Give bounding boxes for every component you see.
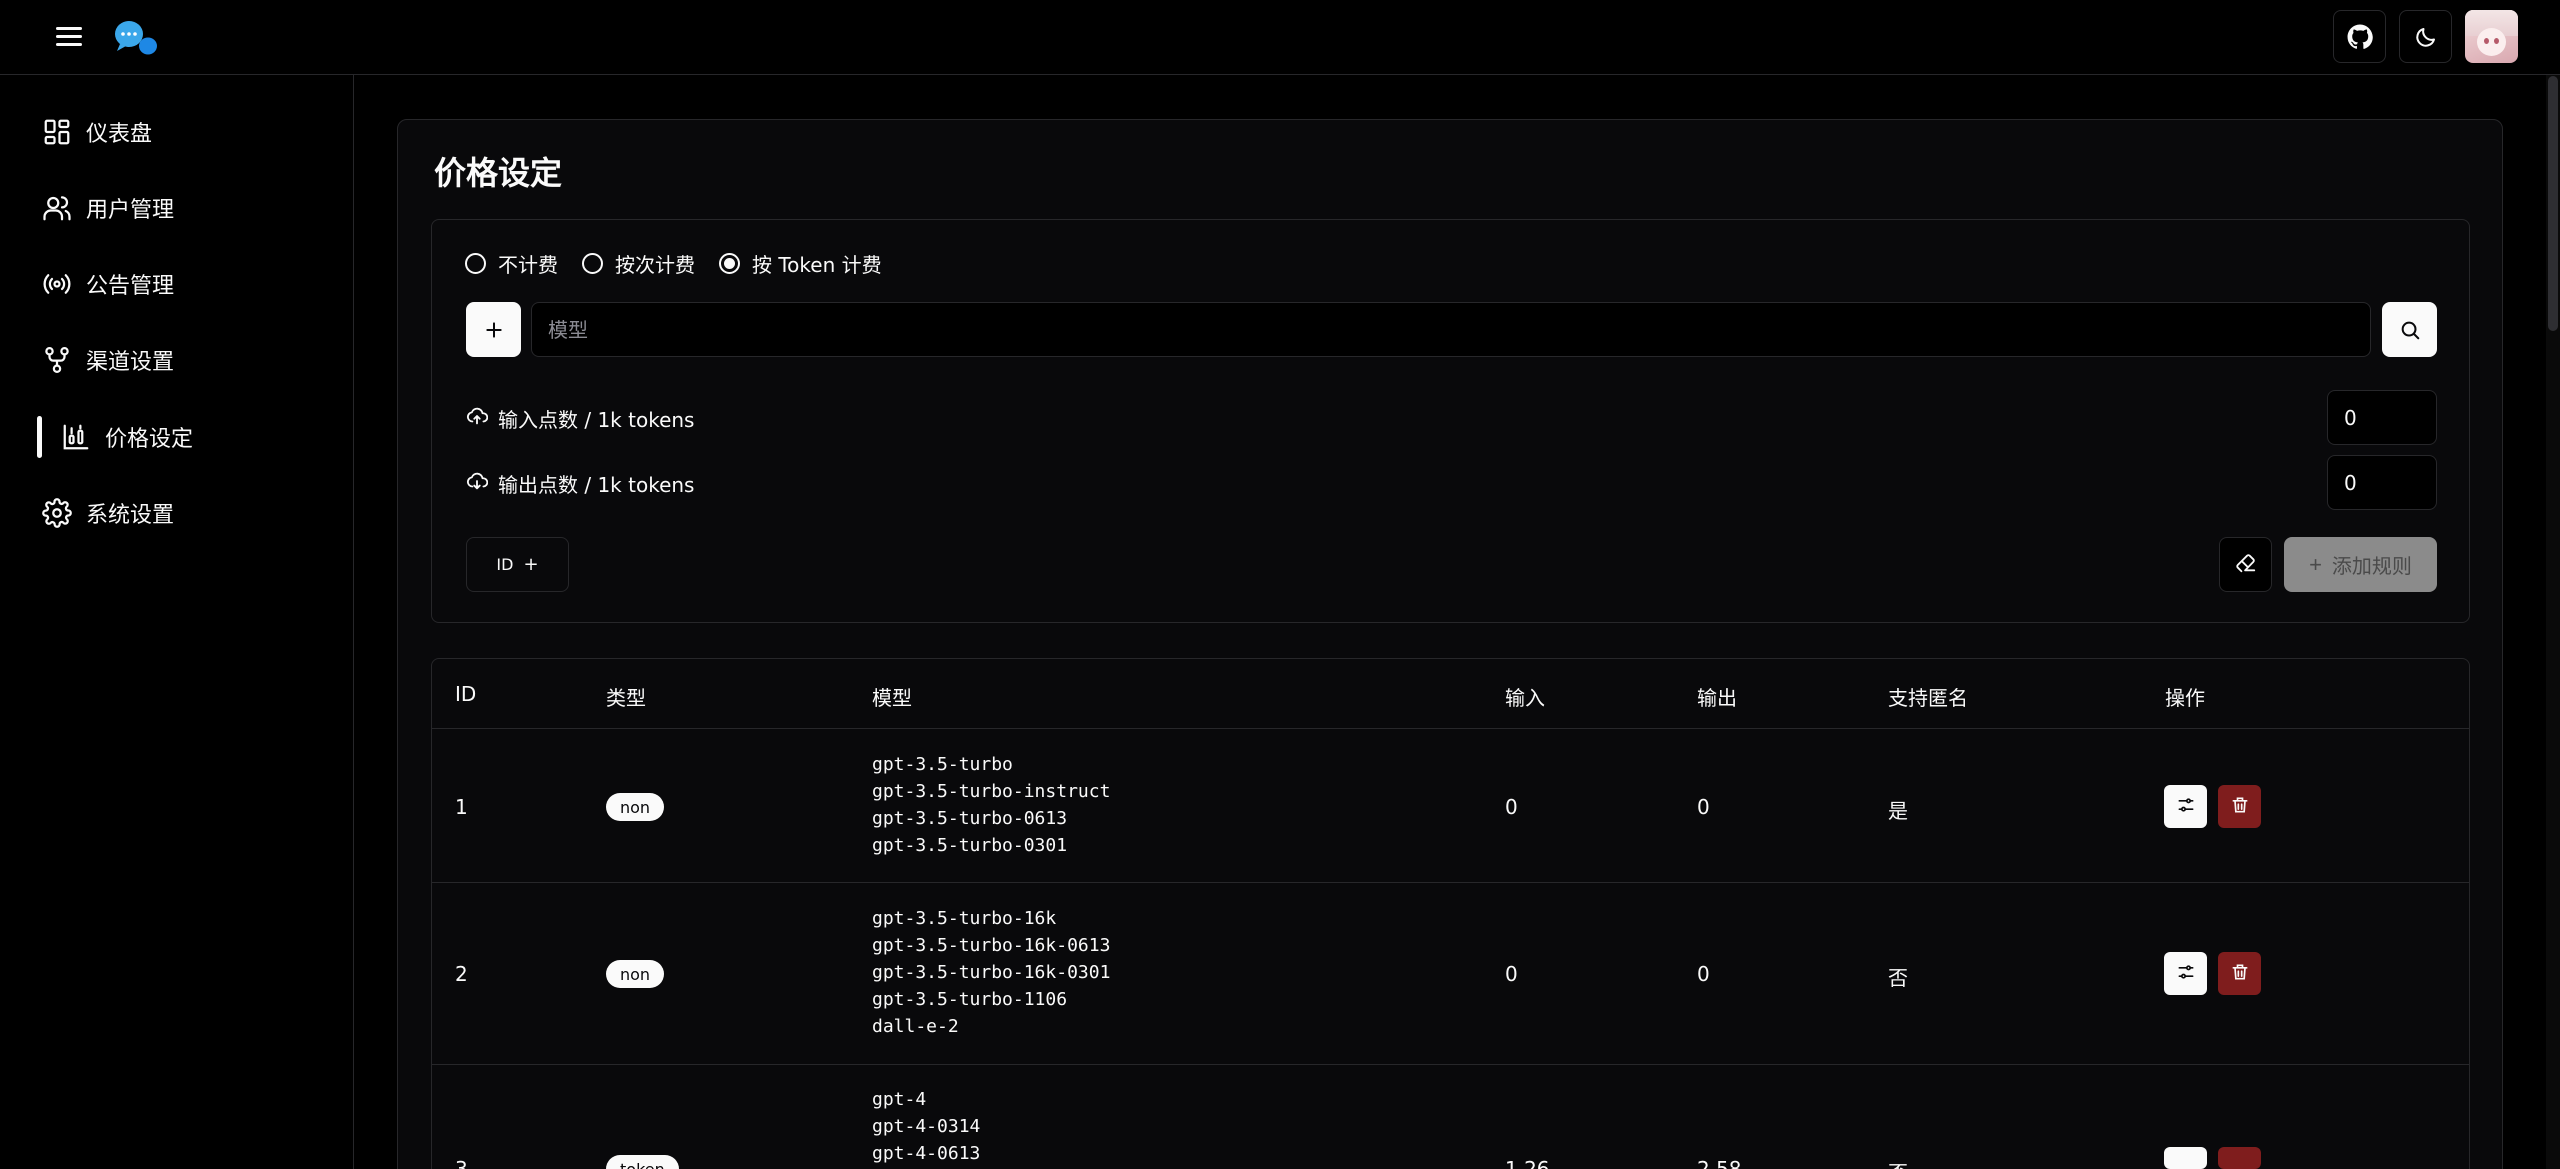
plus-icon: + (2309, 551, 2322, 577)
sidebar-item-label: 系统设置 (86, 503, 175, 528)
page-title: 价格设定 (434, 154, 563, 192)
id-button-label: ID (496, 555, 514, 574)
row-id: 3 (455, 1157, 468, 1169)
model-input[interactable] (531, 302, 2371, 357)
sidebar-item-users[interactable]: 用户管理 (40, 183, 320, 233)
delete-rule-button[interactable] (2218, 952, 2261, 995)
trash-icon (2230, 962, 2250, 985)
sidebar-item-announcements[interactable]: 公告管理 (40, 259, 320, 309)
radio-label: 不计费 (498, 252, 558, 277)
row-input: 1.26 (1505, 1157, 1550, 1169)
top-bar (0, 0, 2560, 75)
row-divider (432, 1064, 2469, 1065)
sidebar-item-label: 用户管理 (86, 198, 175, 223)
sliders-icon (2176, 962, 2196, 985)
sidebar-item-label: 仪表盘 (86, 122, 153, 147)
eraser-icon (2235, 552, 2257, 578)
column-header-input: 输入 (1505, 686, 1545, 710)
radio-per-call-billing[interactable]: 按次计费 (582, 248, 695, 278)
search-button[interactable] (2382, 302, 2437, 357)
row-id: 2 (455, 962, 468, 986)
column-header-models: 模型 (872, 686, 912, 710)
add-model-button[interactable] (466, 302, 521, 357)
hamburger-menu-icon[interactable] (50, 22, 88, 52)
edit-rule-button[interactable] (2164, 952, 2207, 995)
type-badge: non (606, 960, 665, 988)
edit-rule-button[interactable] (2164, 785, 2207, 828)
row-output: 0 (1697, 795, 1710, 819)
sidebar-item-dashboard[interactable]: 仪表盘 (40, 107, 320, 157)
sidebar-item-label: 渠道设置 (86, 350, 175, 375)
sliders-icon (2176, 795, 2196, 818)
row-anonymous: 是 (1888, 799, 1908, 823)
radio-label: 按 Token 计费 (752, 252, 882, 277)
radio-circle[interactable] (465, 252, 486, 274)
app-logo[interactable] (112, 18, 162, 58)
rules-table (431, 658, 2470, 1169)
plus-icon: + (523, 554, 539, 575)
column-header-type: 类型 (606, 686, 646, 710)
add-id-button[interactable]: ID + (466, 537, 569, 592)
type-badge: non (606, 793, 665, 821)
model-list: gpt-4 gpt-4-0314 gpt-4-0613 (872, 1089, 981, 1164)
row-output: 2.58 (1697, 1157, 1742, 1169)
sidebar-item-system-settings[interactable]: 系统设置 (40, 488, 320, 538)
sidebar (0, 75, 354, 1169)
row-input: 0 (1505, 962, 1518, 986)
delete-rule-button[interactable] (2218, 785, 2261, 828)
github-icon[interactable] (2333, 10, 2386, 63)
active-indicator (37, 416, 42, 458)
sidebar-item-label: 价格设定 (105, 427, 194, 452)
edit-rule-button[interactable] (2164, 1147, 2207, 1169)
sidebar-item-pricing[interactable]: 价格设定 (37, 412, 317, 462)
input-points-label: 输入点数 / 1k tokens (498, 407, 695, 432)
radio-no-billing[interactable]: 不计费 (465, 248, 558, 278)
delete-rule-button[interactable] (2218, 1147, 2261, 1169)
radio-circle[interactable] (582, 252, 603, 274)
column-header-id: ID (455, 682, 477, 706)
broadcast-icon (40, 267, 74, 301)
sidebar-item-channels[interactable]: 渠道设置 (40, 335, 320, 385)
rule-form-panel (431, 219, 2470, 623)
output-points-row: 输出点数 / 1k tokens (466, 468, 694, 498)
header-divider (432, 728, 2469, 729)
chart-icon (59, 420, 93, 454)
users-icon (40, 191, 74, 225)
cloud-download-icon (466, 470, 489, 496)
share-nodes-icon (40, 343, 74, 377)
cloud-upload-icon (466, 405, 489, 431)
column-header-output: 输出 (1697, 686, 1737, 710)
output-points-label: 输出点数 / 1k tokens (498, 472, 695, 497)
output-points-field[interactable] (2327, 455, 2437, 510)
model-list: gpt-3.5-turbo gpt-3.5-turbo-instruct gpt… (872, 754, 1111, 856)
dashboard-grid-icon (40, 115, 74, 149)
radio-circle-checked[interactable] (719, 252, 740, 274)
row-anonymous: 否 (1888, 1157, 1908, 1169)
add-rule-label: 添加规则 (2331, 556, 2412, 578)
row-anonymous: 否 (1888, 966, 1908, 990)
sidebar-item-label: 公告管理 (86, 274, 175, 299)
moon-icon[interactable] (2399, 10, 2452, 63)
row-divider (432, 882, 2469, 883)
type-badge: token (606, 1155, 679, 1169)
column-header-actions: 操作 (2165, 686, 2205, 710)
trash-icon (2230, 795, 2250, 818)
row-id: 1 (455, 795, 468, 819)
eraser-button[interactable] (2219, 537, 2272, 592)
add-rule-button[interactable]: + 添加规则 (2284, 537, 2437, 592)
radio-label: 按次计费 (615, 252, 695, 277)
row-output: 0 (1697, 962, 1710, 986)
column-header-anonymous: 支持匿名 (1888, 686, 1968, 710)
input-points-field[interactable] (2327, 390, 2437, 445)
radio-token-billing[interactable]: 按 Token 计费 (719, 248, 882, 278)
row-input: 0 (1505, 795, 1518, 819)
gear-icon (40, 496, 74, 530)
avatar[interactable] (2465, 10, 2518, 63)
input-points-row: 输入点数 / 1k tokens (466, 403, 694, 433)
scrollbar-thumb[interactable] (2548, 76, 2558, 331)
model-list: gpt-3.5-turbo-16k gpt-3.5-turbo-16k-0613… (872, 908, 1111, 1037)
